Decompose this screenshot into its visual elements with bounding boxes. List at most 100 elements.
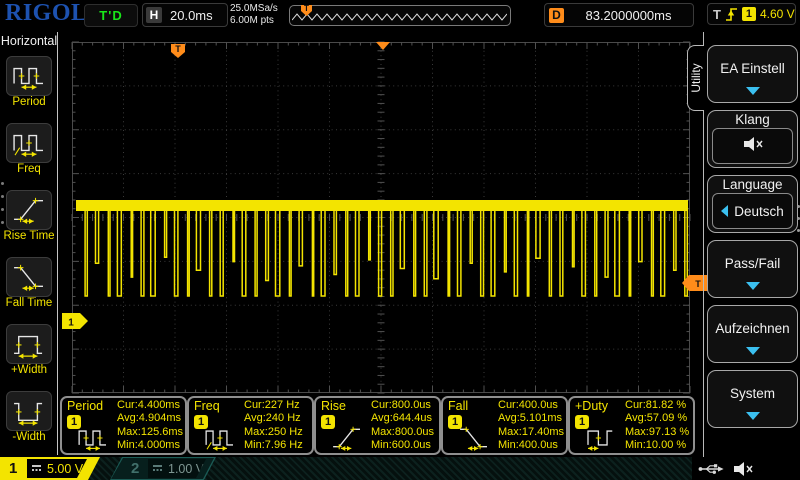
svg-text:T: T <box>695 279 701 289</box>
sidebar-item-label: Freq <box>0 163 58 175</box>
delay-box[interactable]: D 83.2000000ms <box>544 3 694 27</box>
trigger-box[interactable]: T 1 4.60 V <box>707 3 796 25</box>
sample-rate: 25.0MSa/s <box>230 3 278 15</box>
delay-value: 83.2000000ms <box>585 8 671 23</box>
channel-2-indicator[interactable]: 2 1.00 V <box>110 457 216 480</box>
fall-time-icon <box>6 257 52 297</box>
sidebar-item-width[interactable]: -Width <box>0 391 58 456</box>
measure-stat-avg: Avg:5.101ms <box>498 412 564 425</box>
chevron-down-icon <box>746 412 760 420</box>
svg-text:1: 1 <box>68 318 74 329</box>
measure-stat-min: Min:10.00 % <box>625 439 689 452</box>
measure-stat-avg: Avg:4.904ms <box>117 412 183 425</box>
measure-stats: Cur:400.0usAvg:5.101msMax:17.40msMin:400… <box>498 399 564 452</box>
sidebar-item-rise-time[interactable]: Rise Time <box>0 190 58 255</box>
plus-width-icon <box>6 324 52 364</box>
measure-panel-fall: Fall1Cur:400.0usAvg:5.101msMax:17.40msMi… <box>441 396 568 455</box>
channel-bar-hatch <box>0 457 692 480</box>
left-sidebar-items: Period Freq Rise Time Fall Time +Width -Width <box>0 54 58 456</box>
right-menu-items: EA Einstell Klang LanguageDeutsch Pass/Fail… <box>707 45 798 435</box>
left-sidebar: Horizontal Period Freq Rise Time Fall Time +… <box>0 30 58 455</box>
sidebar-item-period[interactable]: Period <box>0 56 58 121</box>
period-icon <box>6 56 52 96</box>
measure-stat-max: Max:250 Hz <box>244 426 303 439</box>
measure-stat-cur: Cur:800.0us <box>371 399 434 412</box>
trigger-level-value: 4.60 V <box>760 7 795 21</box>
chevron-down-icon <box>746 87 760 95</box>
measure-stats: Cur:81.82 %Avg:57.09 %Max:97.13 %Min:10.… <box>625 399 689 452</box>
rise-time-icon <box>6 190 52 230</box>
dc-coupling-icon <box>32 465 41 473</box>
trigger-status-badge[interactable]: T'D <box>84 4 138 27</box>
measure-stat-cur: Cur:81.82 % <box>625 399 689 412</box>
chevron-down-icon <box>746 347 760 355</box>
menu-item-pass-fail[interactable]: Pass/Fail <box>707 240 798 298</box>
sidebar-page-dots <box>1 182 5 234</box>
measure-stat-min: Min:7.96 Hz <box>244 439 303 452</box>
speaker-muted-icon <box>732 461 754 480</box>
speaker-muted-icon <box>742 136 764 157</box>
usb-icon <box>698 462 724 480</box>
period-wave-icon <box>74 425 112 456</box>
rise-wave-icon <box>328 425 366 456</box>
measure-name: Rise <box>321 399 346 413</box>
measurement-row: Period1Cur:4.400msAvg:4.904msMax:125.6ms… <box>60 396 695 455</box>
sidebar-item-label: Rise Time <box>0 230 58 242</box>
menu-item-klang-button[interactable] <box>712 128 793 164</box>
menu-item-system[interactable]: System <box>707 370 798 428</box>
menu-item-label: Pass/Fail <box>708 256 797 271</box>
menu-item-label: System <box>708 386 797 401</box>
delay-center-marker <box>376 42 390 50</box>
right-menu: Utility EA EinstellKlangLanguageDeutschP… <box>703 30 800 455</box>
sidebar-title: Horizontal <box>0 34 58 48</box>
fall-wave-icon <box>455 425 493 456</box>
chevron-left-icon <box>721 205 728 217</box>
freq-icon <box>6 123 52 163</box>
measure-name: Period <box>67 399 103 413</box>
trigger-position-marker[interactable]: T <box>171 44 185 58</box>
trigger-letter: T <box>713 7 721 22</box>
utility-tab-label: Utility <box>689 46 703 110</box>
measure-stats: Cur:4.400msAvg:4.904msMax:125.6msMin:4.0… <box>117 399 183 452</box>
measure-panel-duty: +Duty1Cur:81.82 %Avg:57.09 %Max:97.13 %M… <box>568 396 695 455</box>
waveform-display: TT1 <box>72 42 690 393</box>
menu-group-title: Language <box>708 176 797 193</box>
sidebar-item-freq[interactable]: Freq <box>0 123 58 188</box>
menu-item-ea-einstell[interactable]: EA Einstell <box>707 45 798 103</box>
measure-stat-max: Max:17.40ms <box>498 426 564 439</box>
sidebar-item-label: -Width <box>0 431 58 443</box>
horizontal-preview-bar[interactable]: T <box>289 5 511 26</box>
channel-1-ground-marker[interactable]: 1 <box>62 313 88 329</box>
menu-item-label: EA Einstell <box>708 61 797 76</box>
sidebar-item-width[interactable]: +Width <box>0 324 58 389</box>
measure-stat-avg: Avg:644.4us <box>371 412 434 425</box>
trigger-source-badge: 1 <box>742 7 756 21</box>
channel-bar: 1 5.00 V 2 1.00 V <box>0 457 800 480</box>
freq-wave-icon <box>201 425 239 456</box>
horizontal-preview-waveform <box>292 12 507 23</box>
sidebar-item-label: Fall Time <box>0 297 58 309</box>
svg-text:T: T <box>175 44 181 54</box>
rigol-logo: RIGOL <box>5 0 88 27</box>
channel-1-scale-box: 5.00 V <box>27 459 91 478</box>
menu-item-language-select[interactable]: Deutsch <box>712 193 793 229</box>
timebase-value: 20.0ms <box>170 8 213 23</box>
chevron-down-icon <box>746 282 760 290</box>
rising-edge-icon <box>725 6 738 23</box>
measure-name: Freq <box>194 399 220 413</box>
measure-stats: Cur:227 HzAvg:240 HzMax:250 HzMin:7.96 H… <box>244 399 303 452</box>
utility-tab[interactable]: Utility <box>687 45 704 111</box>
measure-stat-cur: Cur:400.0us <box>498 399 564 412</box>
minus-width-icon <box>6 391 52 431</box>
delay-label: D <box>549 8 564 23</box>
measure-stat-min: Min:4.000ms <box>117 439 183 452</box>
timebase-label: H <box>146 7 162 23</box>
menu-item-aufzeichnen[interactable]: Aufzeichnen <box>707 305 798 363</box>
duty-wave-icon <box>582 425 620 456</box>
measure-stat-min: Min:600.0us <box>371 439 434 452</box>
sidebar-item-fall-time[interactable]: Fall Time <box>0 257 58 322</box>
timebase-box[interactable]: H 20.0ms <box>142 3 228 27</box>
menu-group-klang: Klang <box>707 110 798 168</box>
channel-1-number: 1 <box>9 459 17 478</box>
memory-depth: 6.00M pts <box>230 15 278 27</box>
